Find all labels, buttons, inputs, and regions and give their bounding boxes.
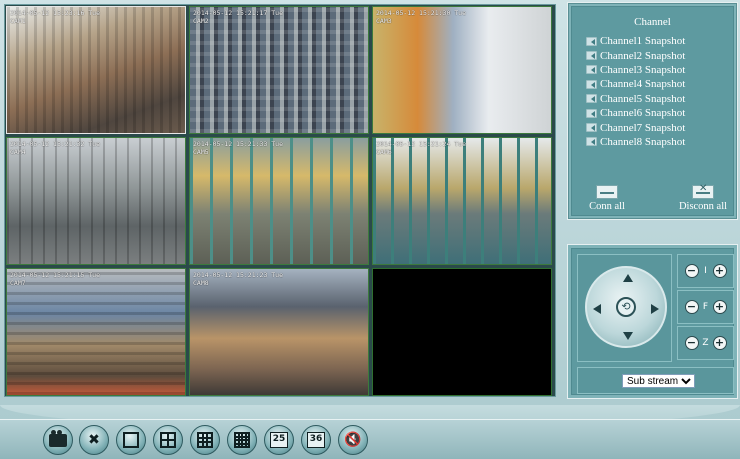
focus-control: − F + bbox=[677, 290, 734, 324]
camera-icon bbox=[586, 123, 597, 133]
video-cell-9[interactable] bbox=[372, 268, 552, 396]
split-36-button[interactable]: 36 bbox=[301, 425, 331, 455]
channel-snapshot-label: Channel5 Snapshot bbox=[600, 92, 686, 105]
channel-snapshot-label: Channel8 Snapshot bbox=[600, 135, 686, 148]
zoom-minus-button[interactable]: − bbox=[684, 336, 699, 350]
video-grid: 2014-05-12 15:23:16 Tue CAM1 2014-05-12 1… bbox=[4, 4, 556, 397]
video-cell-1[interactable]: 2014-05-12 15:23:16 Tue CAM1 bbox=[6, 6, 186, 134]
settings-button[interactable]: ✖ bbox=[79, 425, 109, 455]
conn-all-button[interactable]: Conn all bbox=[579, 185, 635, 212]
camera-icon bbox=[586, 108, 597, 118]
split-9-button[interactable] bbox=[190, 425, 220, 455]
camera-icon bbox=[586, 65, 597, 75]
split-25-button[interactable]: 25 bbox=[264, 425, 294, 455]
ptz-direction-pad: ⟲ bbox=[585, 266, 667, 348]
camera-icon bbox=[586, 137, 597, 147]
zoom-plus-button[interactable]: + bbox=[712, 336, 727, 350]
disconn-all-label: Disconn all bbox=[678, 201, 728, 212]
channel-panel-inner: Channel Channel1 Snapshot Channel2 Snaps… bbox=[571, 6, 734, 216]
split-36-label: 36 bbox=[307, 432, 325, 448]
connect-icon bbox=[596, 185, 618, 199]
disconnect-icon bbox=[692, 183, 714, 199]
mute-button[interactable]: 🔇 bbox=[338, 425, 368, 455]
iris-minus-button[interactable]: − bbox=[684, 264, 699, 278]
video-osd: 2014-05-12 15:21:30 Tue CAM3 bbox=[376, 9, 467, 25]
arrow-left-icon[interactable] bbox=[593, 304, 601, 314]
channel-snapshot-6[interactable]: Channel6 Snapshot bbox=[586, 106, 685, 120]
channel-snapshot-label: Channel7 Snapshot bbox=[600, 121, 686, 134]
ptz-panel: ⟲ − I + − F + − Z + Sub stream bbox=[567, 244, 738, 399]
channel-snapshot-label: Channel6 Snapshot bbox=[600, 107, 686, 120]
video-osd: 2014-05-12 15:21:24 Tue CAM6 bbox=[376, 140, 467, 156]
channel-snapshot-8[interactable]: Channel8 Snapshot bbox=[586, 135, 685, 149]
channel-panel: Channel Channel1 Snapshot Channel2 Snaps… bbox=[567, 2, 738, 220]
video-cell-4[interactable]: 2014-05-12 15:21:32 Tue CAM4 bbox=[6, 137, 186, 265]
zoom-label: Z bbox=[702, 338, 709, 348]
video-cell-6[interactable]: 2014-05-12 15:21:24 Tue CAM6 bbox=[372, 137, 552, 265]
iris-plus-button[interactable]: + bbox=[712, 264, 727, 278]
ptz-pad-box: ⟲ bbox=[577, 254, 672, 362]
video-osd: 2014-05-12 15:21:23 Tue CAM8 bbox=[193, 271, 284, 287]
camera-icon bbox=[586, 51, 597, 61]
video-cell-3[interactable]: 2014-05-12 15:21:30 Tue CAM3 bbox=[372, 6, 552, 134]
record-button[interactable] bbox=[43, 425, 73, 455]
camera-icon bbox=[586, 79, 597, 89]
focus-plus-button[interactable]: + bbox=[712, 300, 727, 314]
focus-label: F bbox=[702, 302, 709, 312]
arrow-up-icon[interactable] bbox=[623, 274, 633, 282]
grid-16-icon bbox=[234, 432, 250, 448]
iris-control: − I + bbox=[677, 254, 734, 288]
video-osd: 2014-05-12 15:21:15 Tue CAM7 bbox=[10, 271, 101, 287]
channel-snapshot-4[interactable]: Channel4 Snapshot bbox=[586, 77, 685, 91]
ptz-center-auto-icon[interactable]: ⟲ bbox=[616, 297, 636, 317]
video-cell-5[interactable]: 2014-05-12 15:21:33 Tue CAM5 bbox=[189, 137, 369, 265]
ptz-panel-inner: ⟲ − I + − F + − Z + Sub stream bbox=[571, 248, 734, 395]
zoom-control: − Z + bbox=[677, 326, 734, 360]
video-osd: 2014-05-12 15:21:17 Tue CAM2 bbox=[193, 9, 284, 25]
grid-9-icon bbox=[197, 432, 213, 448]
grid-4-icon bbox=[160, 432, 176, 448]
camera-icon bbox=[586, 94, 597, 104]
arrow-right-icon[interactable] bbox=[651, 304, 659, 314]
channel-snapshot-label: Channel4 Snapshot bbox=[600, 78, 686, 91]
channel-snapshot-label: Channel2 Snapshot bbox=[600, 49, 686, 62]
video-camera-icon bbox=[49, 429, 67, 447]
arrow-down-icon[interactable] bbox=[623, 332, 633, 340]
channel-snapshot-7[interactable]: Channel7 Snapshot bbox=[586, 120, 685, 134]
mute-speaker-icon: 🔇 bbox=[344, 432, 362, 448]
disconn-all-button[interactable]: Disconn all bbox=[671, 183, 735, 212]
video-osd: 2014-05-12 15:21:33 Tue CAM5 bbox=[193, 140, 284, 156]
channel-list: Channel1 Snapshot Channel2 Snapshot Chan… bbox=[586, 34, 685, 149]
iris-label: I bbox=[704, 266, 707, 276]
split-16-button[interactable] bbox=[227, 425, 257, 455]
channel-snapshot-2[interactable]: Channel2 Snapshot bbox=[586, 48, 685, 62]
video-cell-2[interactable]: 2014-05-12 15:21:17 Tue CAM2 bbox=[189, 6, 369, 134]
channel-snapshot-3[interactable]: Channel3 Snapshot bbox=[586, 63, 685, 77]
split-4-button[interactable] bbox=[153, 425, 183, 455]
focus-minus-button[interactable]: − bbox=[684, 300, 699, 314]
tools-icon: ✖ bbox=[88, 432, 100, 448]
channel-snapshot-1[interactable]: Channel1 Snapshot bbox=[586, 34, 685, 48]
conn-all-label: Conn all bbox=[589, 201, 625, 212]
toolbar-bar bbox=[0, 419, 740, 459]
video-osd: 2014-05-12 15:23:16 Tue CAM1 bbox=[10, 9, 101, 25]
bottom-toolbar: ✖ 25 36 🔇 bbox=[0, 405, 740, 459]
channel-snapshot-label: Channel1 Snapshot bbox=[600, 35, 686, 48]
video-cell-7[interactable]: 2014-05-12 15:21:15 Tue CAM7 bbox=[6, 268, 186, 396]
channel-snapshot-5[interactable]: Channel5 Snapshot bbox=[586, 92, 685, 106]
video-osd: 2014-05-12 15:21:32 Tue CAM4 bbox=[10, 140, 101, 156]
channel-snapshot-label: Channel3 Snapshot bbox=[600, 63, 686, 76]
grid-1-icon bbox=[123, 432, 139, 448]
split-1-button[interactable] bbox=[116, 425, 146, 455]
video-cell-8[interactable]: 2014-05-12 15:21:23 Tue CAM8 bbox=[189, 268, 369, 396]
split-25-label: 25 bbox=[270, 432, 288, 448]
stream-box: Sub stream bbox=[577, 367, 734, 394]
channel-title: Channel bbox=[634, 16, 671, 28]
stream-select[interactable]: Sub stream bbox=[622, 374, 695, 388]
camera-icon bbox=[586, 36, 597, 46]
